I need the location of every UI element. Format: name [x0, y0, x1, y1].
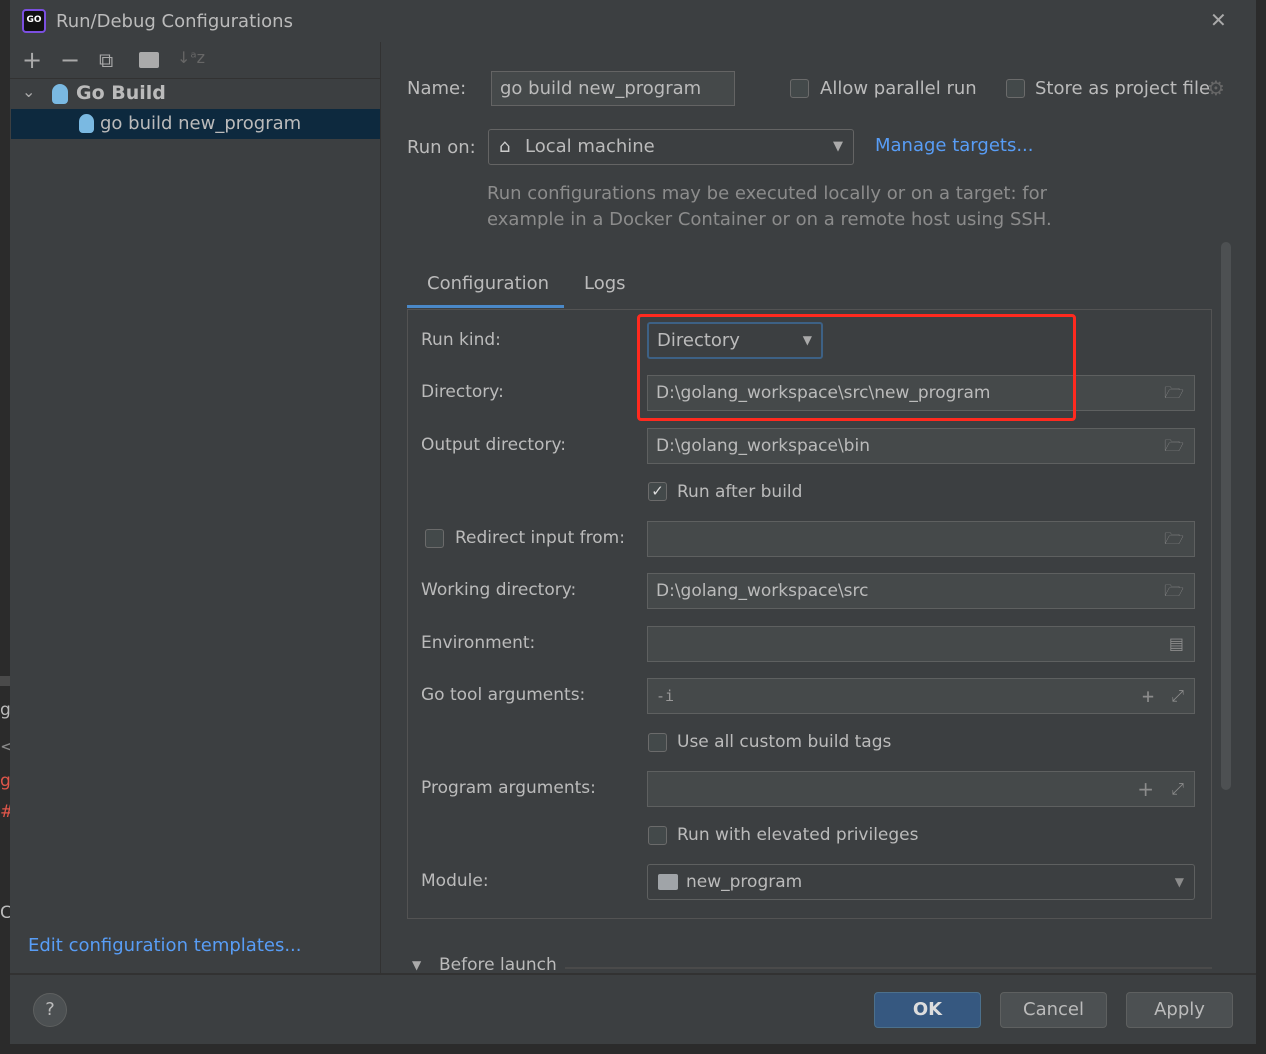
ok-button[interactable]: OK: [874, 992, 981, 1028]
run-after-build-label: Run after build: [677, 482, 803, 502]
help-button[interactable]: ?: [33, 993, 67, 1027]
redirect-input-label: Redirect input from:: [455, 528, 625, 548]
home-icon: ⌂: [499, 136, 511, 157]
folder-icon[interactable]: 🗁: [1164, 429, 1184, 463]
new-folder-icon[interactable]: [139, 52, 159, 68]
environment-input[interactable]: ▤: [647, 626, 1195, 662]
program-args-label: Program arguments:: [421, 778, 596, 798]
add-icon[interactable]: +: [1142, 679, 1154, 713]
directory-label: Directory:: [421, 382, 504, 402]
gopher-icon: [52, 84, 68, 104]
module-label: Module:: [421, 871, 489, 891]
before-launch-divider: [565, 967, 1212, 969]
run-on-label: Run on:: [407, 137, 476, 158]
module-value: new_program: [686, 872, 803, 892]
copy-icon[interactable]: ⧉: [99, 48, 113, 72]
redirect-input-field[interactable]: 🗁: [647, 521, 1195, 557]
run-after-build-checkbox[interactable]: ✓: [648, 482, 667, 501]
run-on-dropdown[interactable]: ⌂ Local machine ▼: [488, 129, 854, 165]
custom-tags-checkbox[interactable]: [648, 733, 667, 752]
store-project-checkbox[interactable]: [1006, 79, 1025, 98]
go-tool-args-value: -i: [656, 687, 675, 705]
tab-configuration[interactable]: Configuration: [427, 273, 549, 294]
tree-item-label[interactable]: go build new_program: [100, 113, 301, 134]
toolbar-divider: [10, 78, 380, 79]
output-directory-label: Output directory:: [421, 435, 566, 455]
elevated-label: Run with elevated privileges: [677, 825, 919, 845]
program-args-input[interactable]: + ⤢: [647, 771, 1195, 807]
add-icon[interactable]: +: [22, 46, 42, 74]
folder-icon[interactable]: 🗁: [1164, 574, 1184, 608]
working-directory-value: D:\golang_workspace\src: [656, 581, 869, 601]
run-kind-label: Run kind:: [421, 330, 501, 350]
panel-divider: [380, 42, 381, 974]
run-on-value: Local machine: [525, 136, 655, 157]
folder-icon[interactable]: 🗁: [1164, 522, 1184, 556]
dropdown-arrow-icon: ▼: [1174, 875, 1184, 889]
collapse-triangle-icon[interactable]: ▼: [412, 958, 421, 972]
allow-parallel-label: Allow parallel run: [820, 78, 977, 99]
elevated-checkbox[interactable]: [648, 826, 667, 845]
expand-icon[interactable]: ⤢: [1171, 679, 1184, 713]
gear-icon[interactable]: ⚙: [1207, 76, 1225, 100]
document-icon[interactable]: ▤: [1169, 627, 1184, 661]
redirect-input-checkbox[interactable]: [425, 529, 444, 548]
edit-templates-link[interactable]: Edit configuration templates...: [28, 935, 302, 956]
run-on-hint: Run configurations may be executed local…: [487, 183, 1048, 204]
footer-divider: [10, 973, 1256, 975]
name-input[interactable]: go build new_program: [491, 71, 735, 106]
tree-group-go-build[interactable]: Go Build: [76, 82, 166, 104]
scrollbar[interactable]: [1221, 242, 1231, 790]
allow-parallel-checkbox[interactable]: [790, 79, 809, 98]
goland-logo-icon: GO: [22, 9, 46, 33]
custom-tags-label: Use all custom build tags: [677, 732, 892, 752]
highlight-box: [637, 314, 1076, 421]
output-directory-input[interactable]: D:\golang_workspace\bin 🗁: [647, 428, 1195, 464]
add-icon[interactable]: +: [1137, 772, 1154, 806]
close-icon[interactable]: ✕: [1210, 8, 1227, 32]
expand-icon[interactable]: ⤢: [1171, 772, 1184, 806]
sort-icon[interactable]: ↓ᵃz: [177, 48, 205, 67]
gopher-icon: [79, 114, 94, 133]
dialog-title: Run/Debug Configurations: [56, 11, 293, 32]
chevron-down-icon[interactable]: ⌄: [22, 82, 35, 101]
apply-button[interactable]: Apply: [1126, 992, 1233, 1028]
module-folder-icon: [658, 874, 678, 890]
environment-label: Environment:: [421, 633, 536, 653]
folder-icon[interactable]: 🗁: [1164, 376, 1184, 410]
remove-icon[interactable]: −: [60, 46, 80, 74]
go-tool-args-label: Go tool arguments:: [421, 685, 586, 705]
cancel-button[interactable]: Cancel: [1000, 992, 1107, 1028]
name-label: Name:: [407, 78, 467, 99]
before-launch-label[interactable]: Before launch: [439, 955, 557, 975]
manage-targets-link[interactable]: Manage targets...: [875, 135, 1034, 156]
working-directory-input[interactable]: D:\golang_workspace\src 🗁: [647, 573, 1195, 609]
module-dropdown[interactable]: new_program ▼: [647, 864, 1195, 900]
run-on-hint: example in a Docker Container or on a re…: [487, 209, 1052, 230]
output-directory-value: D:\golang_workspace\bin: [656, 436, 870, 456]
working-directory-label: Working directory:: [421, 580, 577, 600]
tab-active-indicator: [407, 305, 564, 308]
go-tool-args-input[interactable]: -i + ⤢: [647, 678, 1195, 714]
dropdown-arrow-icon: ▼: [833, 139, 843, 154]
tab-logs[interactable]: Logs: [584, 273, 626, 294]
store-project-label: Store as project file: [1035, 78, 1211, 99]
